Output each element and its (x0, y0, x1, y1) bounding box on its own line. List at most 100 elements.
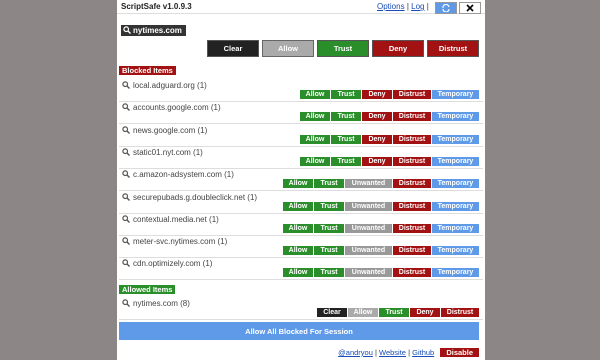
search-icon (122, 125, 130, 134)
item-action-row: Allow Trust Deny Distrust Temporary (300, 134, 479, 144)
item-domain: news.google.com (1) (133, 125, 208, 135)
distrust-action-button[interactable]: Distrust (393, 246, 431, 256)
footer: @andryou | Website | Github Disable (338, 348, 479, 357)
allow-action-button[interactable]: Allow (300, 90, 330, 99)
allow-action-button[interactable]: Allow (283, 179, 313, 189)
allow-action-button[interactable]: Allow (283, 201, 313, 211)
temporary-action-button[interactable]: Temporary (432, 112, 479, 122)
search-icon (122, 103, 130, 112)
temporary-action-button[interactable]: Temporary (432, 156, 479, 166)
current-domain: nytimes.com (121, 25, 186, 36)
unwanted-action-button[interactable]: Unwanted (345, 268, 392, 278)
item-domain: meter-svc.nytimes.com (1) (133, 237, 228, 247)
allowed-items-label: Allowed Items (119, 285, 176, 294)
trust-button[interactable]: Trust (317, 40, 369, 57)
log-link[interactable]: Log (411, 2, 424, 11)
item-domain: local.adguard.org (1) (133, 81, 207, 90)
unwanted-action-button[interactable]: Unwanted (345, 179, 392, 189)
top-links: Options | Log | (377, 2, 429, 11)
trust-action-button[interactable]: Trust (331, 134, 361, 144)
author-link[interactable]: @andryou (338, 348, 373, 357)
options-link[interactable]: Options (377, 2, 405, 11)
distrust-action-button[interactable]: Distrust (393, 90, 431, 99)
item-domain: accounts.google.com (1) (133, 103, 221, 113)
allow-action-button[interactable]: Allow (283, 268, 313, 278)
distrust-button[interactable]: Distrust (427, 40, 479, 57)
allow-action-button[interactable]: Allow (300, 112, 330, 122)
unwanted-action-button[interactable]: Unwanted (345, 246, 392, 256)
item-domain: nytimes.com (8) (133, 299, 190, 308)
trust-action-button[interactable]: Trust (314, 179, 344, 189)
item-domain: securepubads.g.doubleclick.net (1) (133, 192, 258, 202)
distrust-action-button[interactable]: Distrust (393, 156, 431, 166)
temporary-action-button[interactable]: Temporary (432, 179, 479, 189)
deny-action-button[interactable]: Deny (362, 156, 392, 166)
trust-action-button[interactable]: Trust (331, 156, 361, 166)
temporary-action-button[interactable]: Temporary (432, 90, 479, 99)
github-link[interactable]: Github (412, 348, 434, 357)
list-item: c.amazon-adsystem.com (1) (122, 170, 234, 179)
item-action-row: Allow Trust Unwanted Distrust Temporary (283, 201, 479, 211)
trust-action-button[interactable]: Trust (379, 308, 409, 317)
trust-action-button[interactable]: Trust (314, 246, 344, 256)
list-item: news.google.com (1) (122, 126, 207, 135)
website-link[interactable]: Website (379, 348, 406, 357)
item-action-row: Allow Trust Unwanted Distrust Temporary (283, 268, 479, 278)
close-button[interactable] (459, 2, 481, 14)
disable-button[interactable]: Disable (440, 348, 479, 357)
search-icon (122, 259, 130, 268)
deny-action-button[interactable]: Deny (362, 134, 392, 144)
distrust-action-button[interactable]: Distrust (393, 201, 431, 211)
list-item: contextual.media.net (1) (122, 215, 219, 224)
item-domain: c.amazon-adsystem.com (1) (133, 170, 234, 180)
temporary-action-button[interactable]: Temporary (432, 223, 479, 233)
temporary-action-button[interactable]: Temporary (432, 246, 479, 256)
search-icon (122, 192, 130, 201)
allow-action-button[interactable]: Allow (300, 134, 330, 144)
trust-action-button[interactable]: Trust (331, 90, 361, 99)
row-divider (119, 101, 483, 102)
allow-action-button[interactable]: Allow (300, 156, 330, 166)
row-divider (119, 145, 483, 147)
search-icon (122, 81, 130, 89)
item-domain: contextual.media.net (1) (133, 214, 219, 224)
deny-button[interactable]: Deny (372, 40, 424, 57)
list-item: nytimes.com (8) (122, 299, 190, 308)
distrust-action-button[interactable]: Distrust (393, 112, 431, 122)
refresh-icon (442, 4, 450, 12)
temporary-action-button[interactable]: Temporary (432, 268, 479, 278)
list-item: accounts.google.com (1) (122, 103, 221, 112)
distrust-action-button[interactable]: Distrust (393, 179, 431, 189)
allow-button[interactable]: Allow (262, 40, 314, 57)
distrust-action-button[interactable]: Distrust (393, 223, 431, 233)
deny-action-button[interactable]: Deny (362, 90, 392, 99)
trust-action-button[interactable]: Trust (314, 223, 344, 233)
row-divider (119, 212, 483, 214)
clear-action-button[interactable]: Clear (317, 308, 347, 317)
allow-action-button[interactable]: Allow (283, 246, 313, 256)
distrust-action-button[interactable]: Distrust (393, 268, 431, 278)
search-icon (122, 215, 130, 223)
distrust-action-button[interactable]: Distrust (441, 308, 479, 317)
row-divider (119, 167, 483, 169)
allow-action-button[interactable]: Allow (283, 223, 313, 233)
trust-action-button[interactable]: Trust (331, 112, 361, 122)
clear-button[interactable]: Clear (207, 40, 259, 57)
item-action-row: Allow Trust Unwanted Distrust Temporary (283, 179, 479, 189)
row-divider (119, 123, 483, 125)
item-domain: static01.nyt.com (1) (133, 147, 203, 157)
unwanted-action-button[interactable]: Unwanted (345, 201, 392, 211)
unwanted-action-button[interactable]: Unwanted (345, 223, 392, 233)
list-item: static01.nyt.com (1) (122, 148, 203, 157)
temporary-action-button[interactable]: Temporary (432, 134, 479, 144)
trust-action-button[interactable]: Trust (314, 201, 344, 211)
allow-action-button[interactable]: Allow (348, 308, 378, 317)
refresh-button[interactable] (435, 2, 457, 14)
list-item: meter-svc.nytimes.com (1) (122, 237, 227, 246)
deny-action-button[interactable]: Deny (362, 112, 392, 122)
trust-action-button[interactable]: Trust (314, 268, 344, 278)
deny-action-button[interactable]: Deny (410, 308, 440, 317)
distrust-action-button[interactable]: Distrust (393, 134, 431, 144)
temporary-action-button[interactable]: Temporary (432, 201, 479, 211)
allow-all-button[interactable]: Allow All Blocked For Session (119, 322, 479, 340)
